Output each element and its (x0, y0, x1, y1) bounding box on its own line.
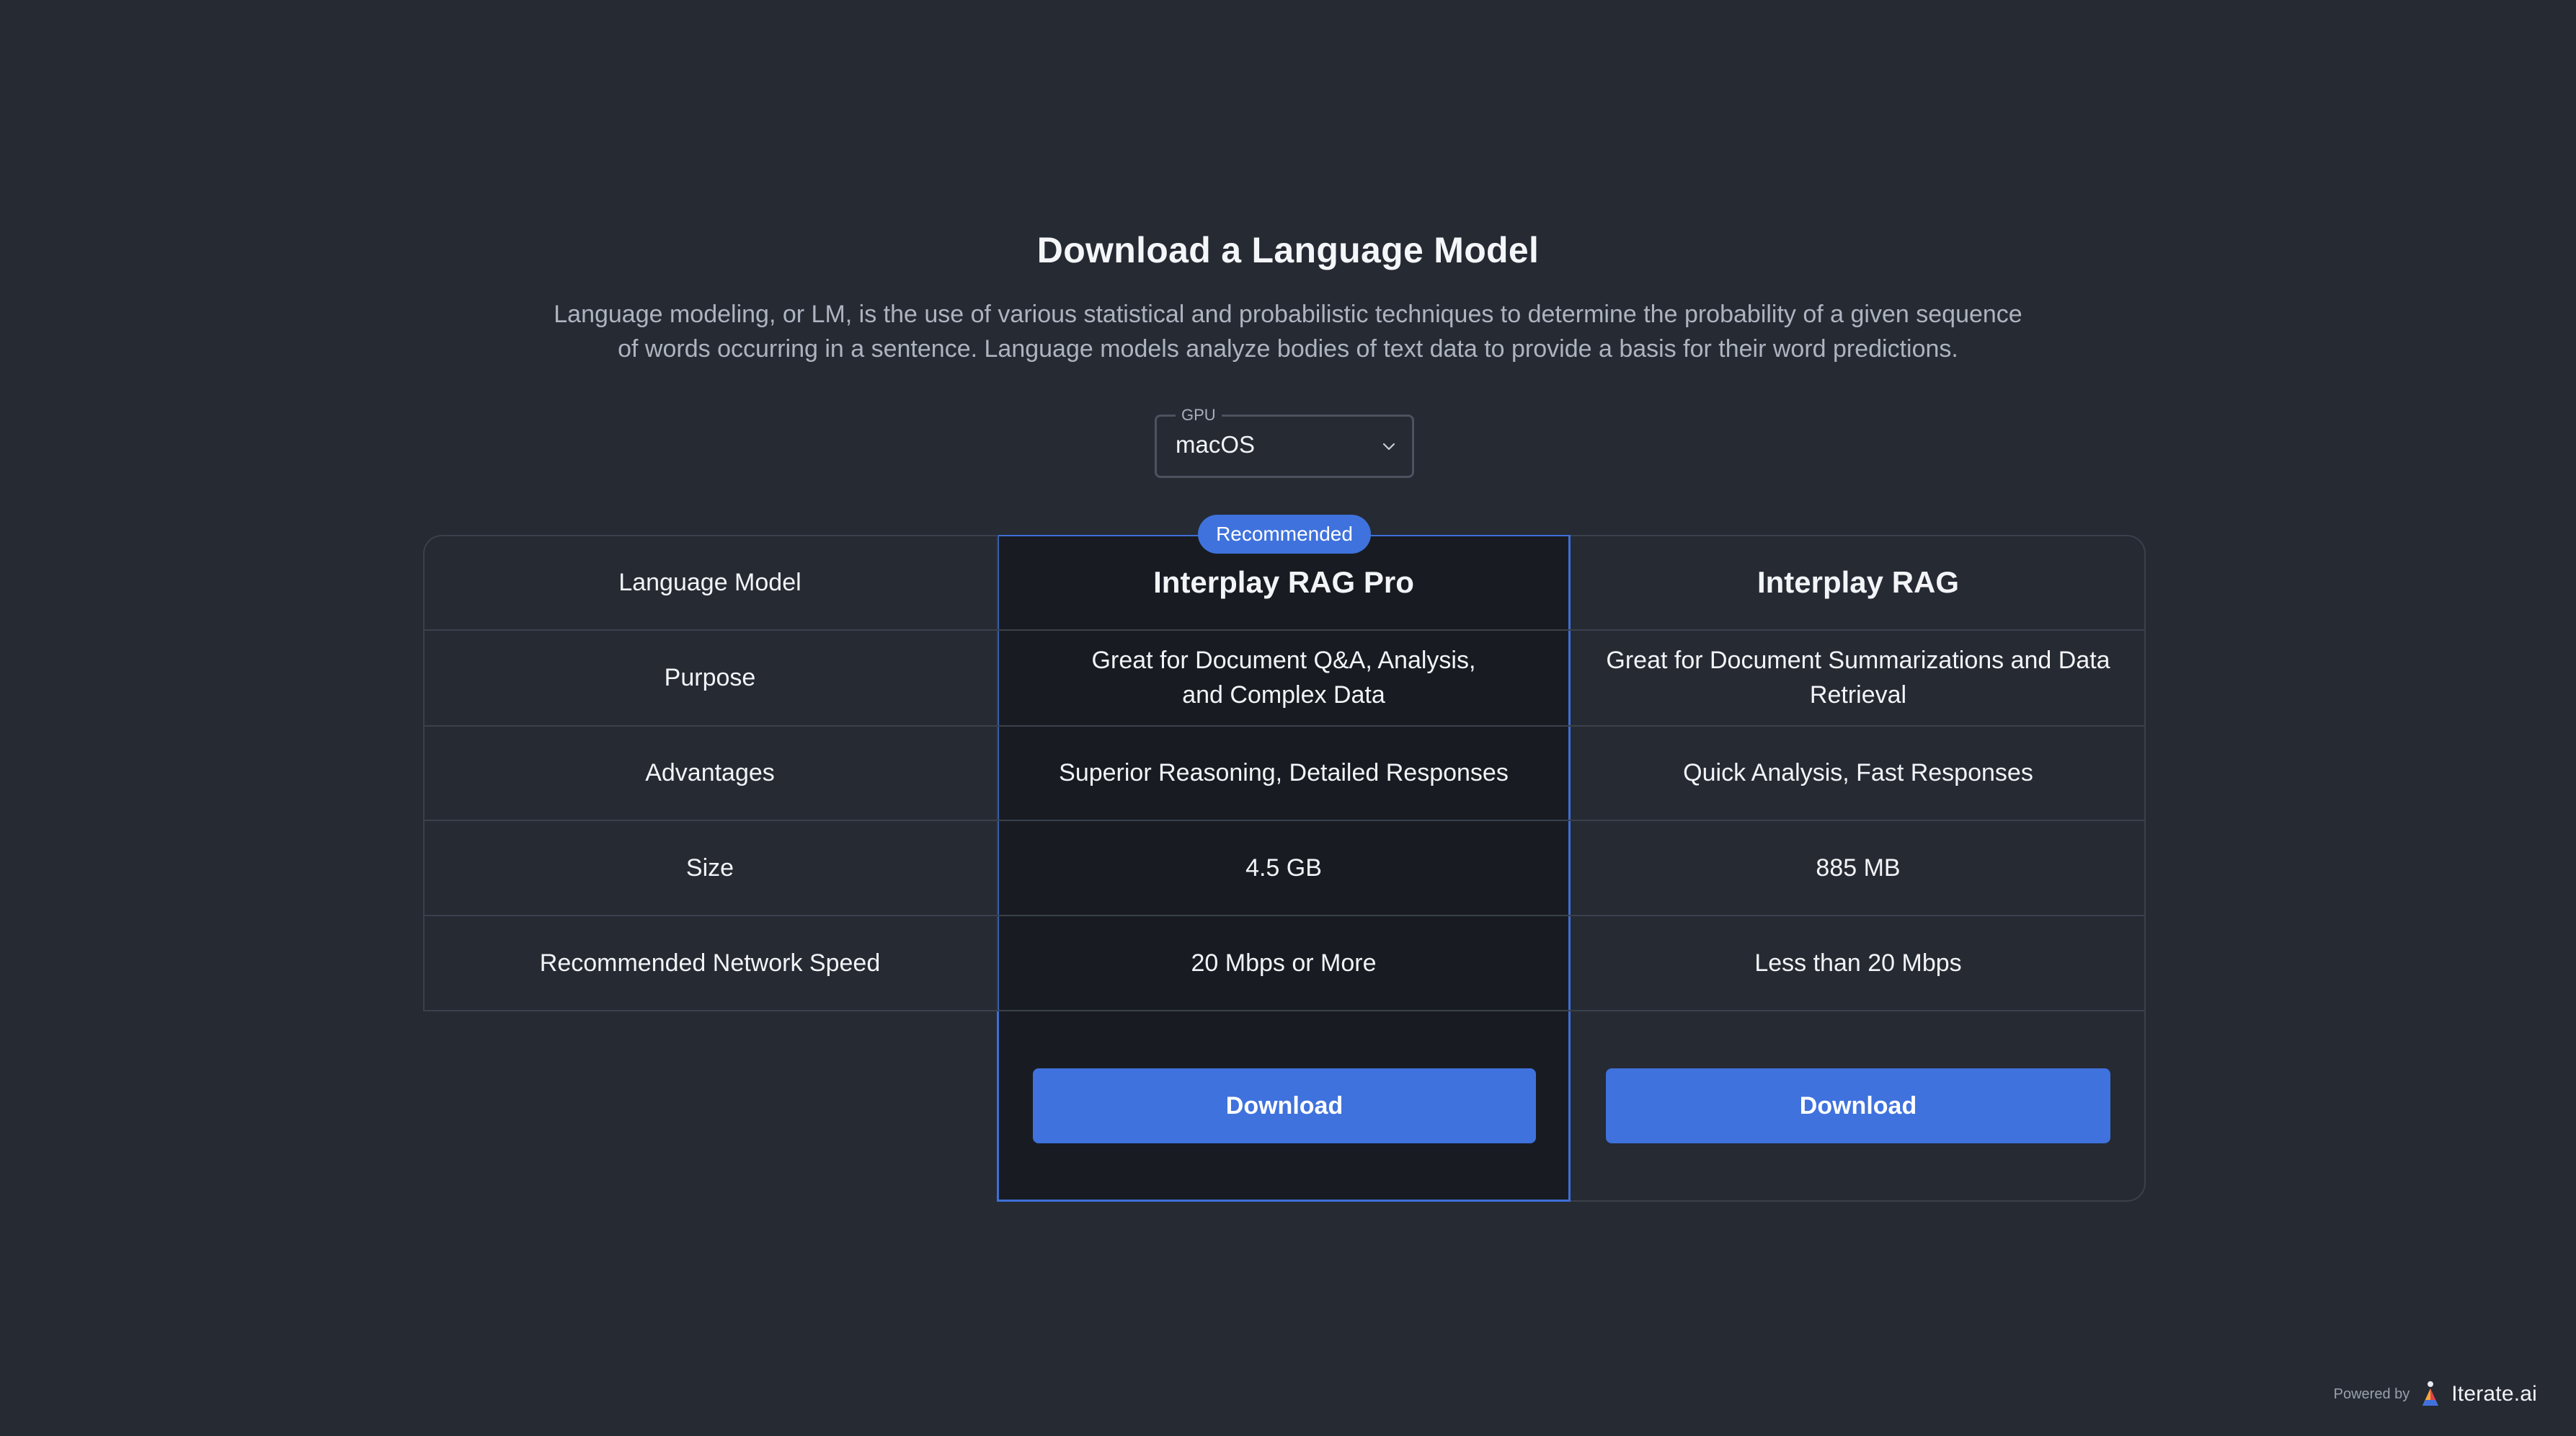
chevron-down-icon[interactable] (1382, 440, 1396, 454)
pro-advantages: Superior Reasoning, Detailed Responses (1059, 759, 1509, 786)
standard-network-speed: Less than 20 Mbps (1754, 949, 1962, 977)
gpu-select-value[interactable]: macOS (1176, 431, 1255, 458)
standard-model-name: Interplay RAG (1756, 564, 1960, 599)
standard-purpose: Great for Document Summarizations and Da… (1606, 647, 2110, 709)
pro-size: 4.5 GB (1245, 854, 1322, 882)
row-label-advantages: Advantages (645, 759, 775, 786)
page-description: Language modeling, or LM, is the use of … (531, 297, 2045, 366)
table-empty-corner (422, 1011, 997, 1205)
brand-name[interactable]: Iterate.ai (2451, 1382, 2537, 1406)
standard-size: 885 MB (1816, 854, 1901, 882)
comparison-table: Language Model Purpose Advantages Size R… (422, 535, 2146, 1205)
gpu-select-label: GPU (1176, 406, 1222, 425)
description-line-1: Language modeling, or LM, is the use of … (554, 301, 2022, 328)
download-standard-button[interactable]: Download (1606, 1068, 2110, 1143)
download-model-page: Download a Language Model Language model… (0, 0, 2576, 1436)
standard-advantages: Quick Analysis, Fast Responses (1683, 759, 2033, 786)
row-label-purpose: Purpose (664, 664, 756, 691)
pro-purpose: Great for Document Q&A, Analysis, and Co… (1091, 647, 1476, 709)
description-line-2: of words occurring in a sentence. Langua… (618, 335, 1958, 363)
pro-network-speed: 20 Mbps or More (1191, 949, 1377, 977)
row-label-language-model: Language Model (618, 568, 801, 596)
gpu-select[interactable]: GPU macOS (1155, 406, 1414, 478)
page-title: Download a Language Model (1036, 230, 1540, 270)
row-label-network-speed: Recommended Network Speed (539, 949, 881, 977)
powered-by-footer: Powered by Iterate.ai (2334, 1380, 2537, 1409)
download-pro-button[interactable]: Download (1033, 1068, 1536, 1143)
powered-by-label: Powered by (2333, 1386, 2410, 1402)
row-label-size: Size (685, 854, 734, 882)
iterate-logo-icon (2422, 1381, 2439, 1406)
recommended-badge: Recommended (1198, 515, 1371, 554)
row-divider (423, 1010, 2146, 1011)
